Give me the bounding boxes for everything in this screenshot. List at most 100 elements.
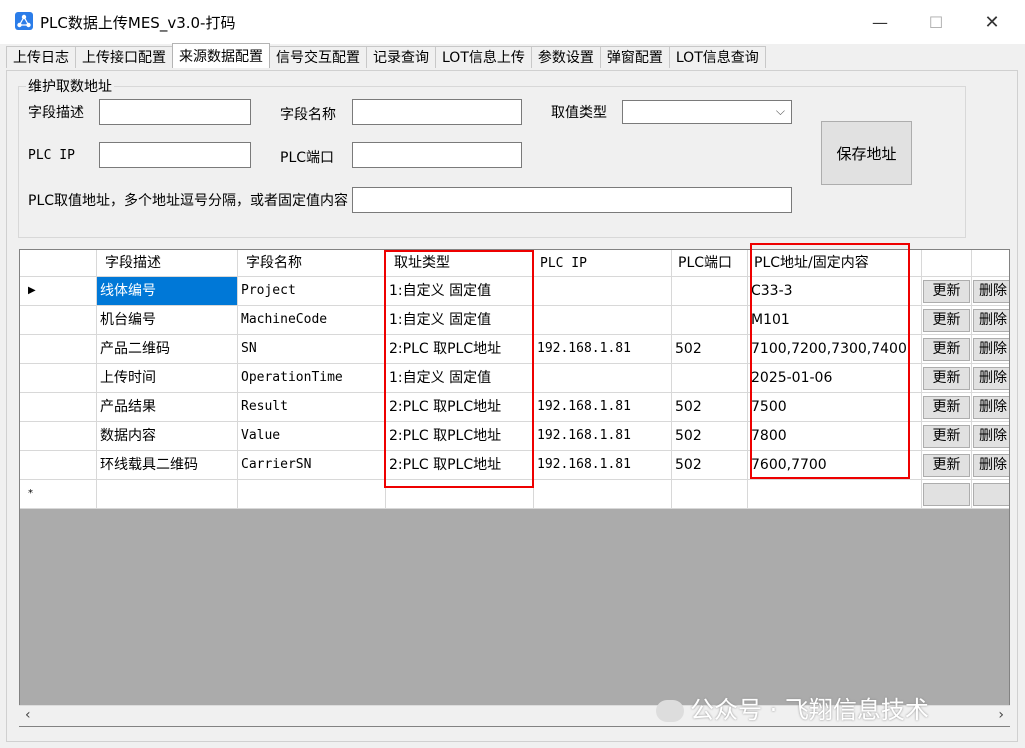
cell-name[interactable]: OperationTime bbox=[238, 364, 386, 393]
table-row[interactable]: 机台编号 MachineCode 1:自定义 固定值 M101 更新 删除 bbox=[20, 306, 1009, 335]
cell-name[interactable]: CarrierSN bbox=[238, 451, 386, 480]
cell-name[interactable]: SN bbox=[238, 335, 386, 364]
tab-upload-interface[interactable]: 上传接口配置 bbox=[75, 46, 173, 68]
cell-port[interactable] bbox=[672, 277, 748, 306]
tab-parameters[interactable]: 参数设置 bbox=[530, 46, 601, 68]
delete-button[interactable]: 删除 bbox=[973, 454, 1009, 477]
cell-port[interactable] bbox=[672, 364, 748, 393]
cell-type[interactable]: 2:PLC 取PLC地址 bbox=[386, 422, 534, 451]
delete-button[interactable]: 删除 bbox=[973, 309, 1009, 332]
delete-button[interactable]: 删除 bbox=[973, 338, 1009, 361]
cell-type[interactable]: 1:自定义 固定值 bbox=[386, 306, 534, 335]
maximize-button[interactable]: ☐ bbox=[914, 4, 958, 40]
table-row[interactable]: 上传时间 OperationTime 1:自定义 固定值 2025-01-06 更新 删除 bbox=[20, 364, 1009, 393]
cell-port[interactable]: 502 bbox=[672, 451, 748, 480]
cell-desc[interactable]: 数据内容 bbox=[97, 422, 238, 451]
cell-addr[interactable]: 7600,7700 bbox=[748, 451, 922, 480]
cell-addr[interactable] bbox=[748, 480, 922, 509]
cell-name[interactable]: Project bbox=[238, 277, 386, 306]
tab-record-query[interactable]: 记录查询 bbox=[366, 46, 436, 68]
save-address-button[interactable]: 保存地址 bbox=[821, 121, 912, 185]
table-row[interactable]: ▶ 线体编号 Project 1:自定义 固定值 C33-3 更新 删除 bbox=[20, 277, 1009, 306]
col-header-desc[interactable]: 字段描述 bbox=[97, 250, 238, 277]
cell-type[interactable] bbox=[386, 480, 534, 509]
cell-addr[interactable]: C33-3 bbox=[748, 277, 922, 306]
cell-type[interactable]: 1:自定义 固定值 bbox=[386, 277, 534, 306]
value-type-select[interactable]: ⌵ bbox=[622, 100, 792, 124]
cell-type[interactable]: 2:PLC 取PLC地址 bbox=[386, 451, 534, 480]
tab-upload-log[interactable]: 上传日志 bbox=[6, 46, 76, 68]
cell-name[interactable]: Value bbox=[238, 422, 386, 451]
cell-type[interactable]: 1:自定义 固定值 bbox=[386, 364, 534, 393]
col-header-port[interactable]: PLC端口 bbox=[672, 250, 748, 277]
cell-port[interactable]: 502 bbox=[672, 393, 748, 422]
tab-source-data[interactable]: 来源数据配置 bbox=[172, 43, 270, 68]
cell-addr[interactable]: 2025-01-06 bbox=[748, 364, 922, 393]
cell-name[interactable]: Result bbox=[238, 393, 386, 422]
cell-desc[interactable]: 环线载具二维码 bbox=[97, 451, 238, 480]
row-header[interactable] bbox=[20, 306, 97, 335]
scroll-left-icon[interactable]: ‹ bbox=[25, 707, 31, 723]
cell-name[interactable]: MachineCode bbox=[238, 306, 386, 335]
delete-button[interactable] bbox=[973, 483, 1009, 506]
cell-addr[interactable]: 7500 bbox=[748, 393, 922, 422]
cell-desc[interactable]: 产品二维码 bbox=[97, 335, 238, 364]
cell-desc[interactable]: 机台编号 bbox=[97, 306, 238, 335]
cell-ip[interactable]: 192.168.1.81 bbox=[534, 451, 672, 480]
col-header-type[interactable]: 取址类型 bbox=[386, 250, 534, 277]
cell-ip[interactable] bbox=[534, 306, 672, 335]
table-row[interactable]: 环线载具二维码 CarrierSN 2:PLC 取PLC地址 192.168.1.81… bbox=[20, 451, 1009, 480]
delete-button[interactable]: 删除 bbox=[973, 367, 1009, 390]
col-header-address[interactable]: PLC地址/固定内容 bbox=[748, 250, 922, 277]
row-header[interactable]: * bbox=[20, 480, 97, 509]
cell-name[interactable] bbox=[238, 480, 386, 509]
table-row[interactable]: 产品二维码 SN 2:PLC 取PLC地址 192.168.1.81 502 7100,7… bbox=[20, 335, 1009, 364]
row-header[interactable] bbox=[20, 393, 97, 422]
delete-button[interactable]: 删除 bbox=[973, 425, 1009, 448]
field-desc-input[interactable] bbox=[99, 99, 251, 125]
delete-button[interactable]: 删除 bbox=[973, 280, 1009, 303]
cell-port[interactable] bbox=[672, 480, 748, 509]
cell-ip[interactable] bbox=[534, 277, 672, 306]
cell-port[interactable]: 502 bbox=[672, 422, 748, 451]
cell-addr[interactable]: M101 bbox=[748, 306, 922, 335]
cell-ip[interactable] bbox=[534, 364, 672, 393]
close-button[interactable]: ✕ bbox=[970, 4, 1014, 40]
cell-port[interactable]: 502 bbox=[672, 335, 748, 364]
row-header[interactable] bbox=[20, 422, 97, 451]
tab-popup-config[interactable]: 弹窗配置 bbox=[599, 46, 670, 68]
table-row[interactable]: 产品结果 Result 2:PLC 取PLC地址 192.168.1.81 502 750… bbox=[20, 393, 1009, 422]
minimize-button[interactable]: — bbox=[858, 4, 902, 40]
cell-ip[interactable] bbox=[534, 480, 672, 509]
cell-desc[interactable]: 产品结果 bbox=[97, 393, 238, 422]
cell-desc[interactable] bbox=[97, 480, 238, 509]
tab-signal-interaction[interactable]: 信号交互配置 bbox=[269, 46, 367, 68]
cell-desc[interactable]: 上传时间 bbox=[97, 364, 238, 393]
row-header[interactable]: ▶ bbox=[20, 277, 97, 306]
cell-type[interactable]: 2:PLC 取PLC地址 bbox=[386, 393, 534, 422]
address-input[interactable] bbox=[352, 187, 792, 213]
update-button[interactable]: 更新 bbox=[923, 338, 970, 361]
cell-desc[interactable]: 线体编号 bbox=[97, 277, 238, 306]
tab-lot-query[interactable]: LOT信息查询 bbox=[668, 46, 766, 68]
update-button[interactable]: 更新 bbox=[923, 454, 970, 477]
row-header[interactable] bbox=[20, 335, 97, 364]
data-grid[interactable]: 字段描述 字段名称 取址类型 PLC IP PLC端口 PLC地址/固定内容 ▶… bbox=[19, 249, 1010, 727]
new-row[interactable]: * bbox=[20, 480, 1009, 509]
col-header-name[interactable]: 字段名称 bbox=[238, 250, 386, 277]
cell-addr[interactable]: 7100,7200,7300,7400 bbox=[748, 335, 922, 364]
delete-button[interactable]: 删除 bbox=[973, 396, 1009, 419]
cell-port[interactable] bbox=[672, 306, 748, 335]
update-button[interactable] bbox=[923, 483, 970, 506]
cell-addr[interactable]: 7800 bbox=[748, 422, 922, 451]
plc-port-input[interactable] bbox=[352, 142, 522, 168]
field-name-input[interactable] bbox=[352, 99, 522, 125]
cell-ip[interactable]: 192.168.1.81 bbox=[534, 422, 672, 451]
tab-lot-upload[interactable]: LOT信息上传 bbox=[435, 46, 532, 68]
cell-ip[interactable]: 192.168.1.81 bbox=[534, 335, 672, 364]
update-button[interactable]: 更新 bbox=[923, 280, 970, 303]
cell-ip[interactable]: 192.168.1.81 bbox=[534, 393, 672, 422]
update-button[interactable]: 更新 bbox=[923, 396, 970, 419]
cell-type[interactable]: 2:PLC 取PLC地址 bbox=[386, 335, 534, 364]
update-button[interactable]: 更新 bbox=[923, 425, 970, 448]
